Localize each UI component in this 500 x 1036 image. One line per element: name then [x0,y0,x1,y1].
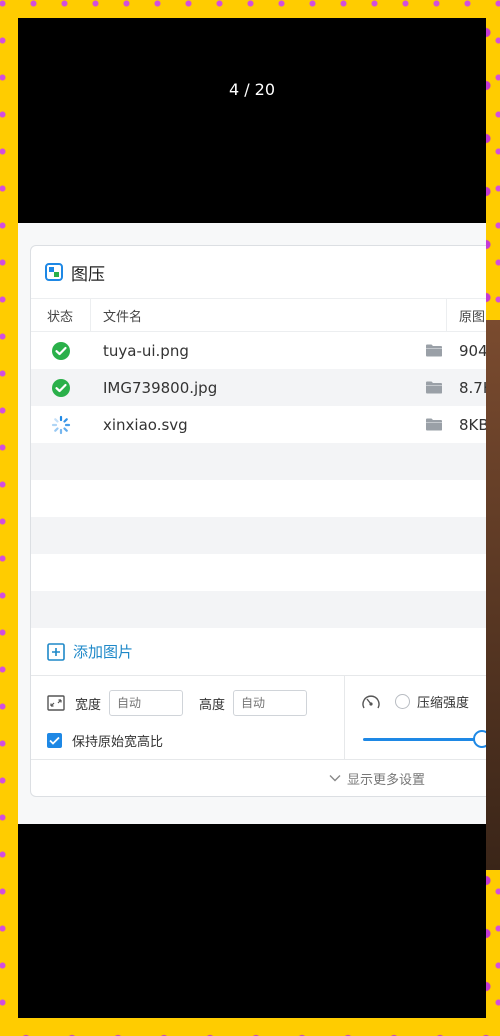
app-title: 图压 [71,264,105,285]
dimension-row: 宽度 高度 [47,690,323,716]
title-bar: 图压 [31,246,486,298]
quality-slider-handle[interactable] [473,730,486,748]
file-name: tuya-ui.png [103,341,189,360]
column-status[interactable]: 状态 [31,299,91,331]
gauge-icon [362,695,380,708]
checkmark-icon [49,736,60,745]
table-row[interactable]: xinxiao.svg 8KB [31,406,486,443]
empty-row [31,517,486,554]
side-photo-strip [486,320,500,870]
empty-row [31,554,486,591]
add-square-icon [47,642,65,661]
original-size: 8.7K [459,378,486,397]
check-circle-icon [52,378,70,397]
empty-row [31,480,486,517]
app-logo-icon [45,263,63,281]
show-more-label: 显示更多设置 [347,772,426,788]
file-name: xinxiao.svg [103,415,188,434]
settings-area: 宽度 高度 保持原始宽高比 [31,676,486,760]
open-folder-button[interactable] [411,344,457,357]
height-label: 高度 [199,697,226,713]
quality-settings: 压缩强度 [361,676,486,759]
screenshot-content: 图压 状态 文件名 原图 tuya-ui.png 904 IMG739800.j… [18,223,486,824]
keep-ratio-option[interactable]: 保持原始宽高比 [47,731,163,750]
status-cell [31,341,91,361]
column-original-size[interactable]: 原图 [447,299,485,331]
status-cell [31,415,91,435]
open-folder-button[interactable] [411,381,457,394]
width-label: 宽度 [75,697,102,713]
width-input[interactable] [109,690,184,716]
table-row[interactable]: IMG739800.jpg 8.7K [31,369,486,406]
column-filename[interactable]: 文件名 [91,299,447,331]
check-circle-icon [52,341,70,360]
quality-slider-track[interactable] [363,738,483,741]
folder-icon [426,418,442,431]
table-row[interactable]: tuya-ui.png 904 [31,332,486,369]
keep-ratio-label: 保持原始宽高比 [72,735,164,750]
size-settings: 宽度 高度 保持原始宽高比 [31,676,345,759]
status-cell [31,378,91,398]
quality-row: 压缩强度 [361,692,469,711]
folder-icon [426,381,442,394]
folder-icon [426,344,442,357]
empty-row [31,591,486,628]
file-name: IMG739800.jpg [103,378,218,397]
add-images-label: 添加图片 [73,643,134,661]
open-folder-button[interactable] [411,418,457,431]
loading-spinner-icon [51,415,71,434]
original-size: 904 [459,341,486,360]
quality-label: 压缩强度 [417,696,470,711]
quality-radio[interactable] [395,694,410,709]
table-header: 状态 文件名 原图 [31,298,486,332]
empty-row [31,443,486,480]
image-counter: 4 / 20 [228,80,276,99]
height-input[interactable] [233,690,308,716]
keep-ratio-checkbox[interactable] [47,733,62,748]
app-window: 图压 状态 文件名 原图 tuya-ui.png 904 IMG739800.j… [30,245,486,797]
show-more-settings-button[interactable]: 显示更多设置 [31,760,486,796]
add-images-button[interactable]: 添加图片 [31,628,486,676]
image-viewer: 4 / 20 图压 状态 文件名 原图 tuya-ui.png 904 IMG7… [18,18,486,1018]
original-size: 8KB [459,415,486,434]
resize-icon [47,695,65,711]
chevron-down-icon [329,775,341,782]
